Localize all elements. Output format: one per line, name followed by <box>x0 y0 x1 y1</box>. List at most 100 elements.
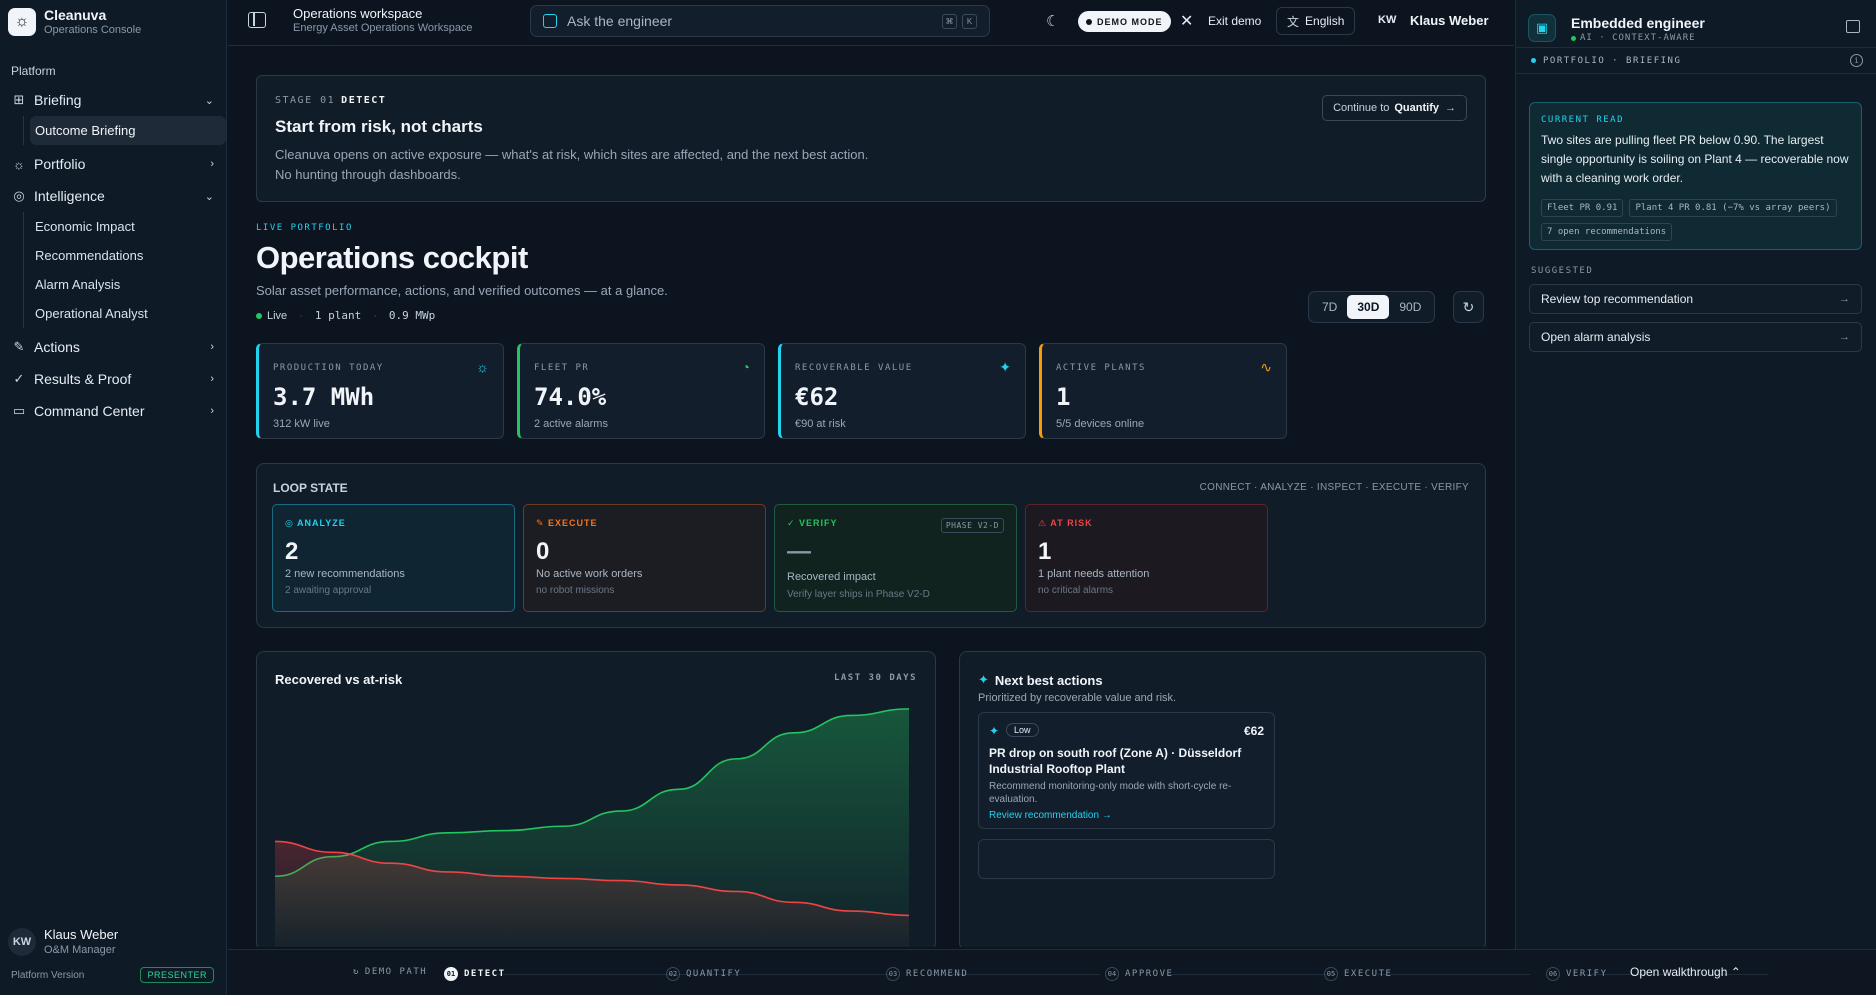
loop-state-panel: LOOP STATE CONNECT · ANALYZE · INSPECT ·… <box>256 463 1486 628</box>
arrow-right-icon: → <box>1839 293 1850 305</box>
sidebar-item-label: Briefing <box>34 92 82 108</box>
open-walkthrough-button[interactable]: Open walkthrough ⌃ <box>1630 965 1741 979</box>
stage-number: STAGE 01 <box>275 95 336 106</box>
sidebar-item-portfolio[interactable]: ☼ Portfolio › <box>0 148 226 180</box>
language-selector[interactable]: 文 English <box>1276 7 1356 35</box>
walkthrough-step-recommend[interactable]: 03 RECOMMEND <box>886 967 968 981</box>
range-7d-button[interactable]: 7D <box>1312 295 1347 319</box>
brand-subtitle: Operations Console <box>44 24 142 36</box>
kpi-recoverable-value: RECOVERABLE VALUE €62 €90 at risk ✦ <box>778 343 1026 439</box>
sparkle-icon: ✦ <box>989 724 1000 738</box>
step-number: 01 <box>444 967 458 981</box>
sidebar-item-recommendations[interactable]: Recommendations <box>30 241 226 270</box>
user-name-button[interactable]: Klaus Weber <box>1410 13 1489 28</box>
chip-icon <box>543 14 557 28</box>
continue-target: Quantify <box>1394 102 1439 114</box>
metric-chip[interactable]: 7 open recommendations <box>1541 223 1673 241</box>
suggestion-open-alarm-analysis[interactable]: Open alarm analysis → <box>1529 322 1862 352</box>
next-best-actions-panel: ✦ Next best actions Prioritized by recove… <box>959 651 1486 947</box>
sidebar-item-command-center[interactable]: ▭ Command Center › <box>0 395 226 427</box>
command-key-icon: ⌘ <box>942 14 957 29</box>
continue-button[interactable]: Continue to Quantify → <box>1322 95 1467 121</box>
loop-card-header: ◎ ANALYZE <box>285 518 346 528</box>
search-input[interactable]: Ask the engineer ⌘ K <box>530 5 990 37</box>
sidebar-item-actions[interactable]: ✎ Actions › <box>0 331 226 363</box>
range-30d-button[interactable]: 30D <box>1347 295 1390 319</box>
sparkle-icon: ✦ <box>978 672 989 687</box>
kpi-sub: 312 kW live <box>273 418 330 430</box>
loop-card-header: ⚠ AT RISK <box>1038 518 1093 528</box>
sidebar-section-label: Platform <box>11 64 56 78</box>
presenter-badge[interactable]: PRESENTER <box>140 967 214 983</box>
area-chart <box>275 708 910 947</box>
info-icon[interactable]: i <box>1850 54 1863 67</box>
sidebar-item-operational-analyst[interactable]: Operational Analyst <box>30 299 226 328</box>
sidebar-item-alarm-analysis[interactable]: Alarm Analysis <box>30 270 226 299</box>
nba-title: ✦ Next best actions <box>978 672 1103 688</box>
loop-card-value: 2 <box>285 538 299 565</box>
chart-range-label: LAST 30 DAYS <box>833 673 917 683</box>
loop-card-value: 0 <box>536 538 550 565</box>
step-label: DETECT <box>464 969 506 979</box>
brand[interactable]: ☼ Cleanuva Operations Console <box>0 0 226 44</box>
brain-icon: ◎ <box>13 188 25 203</box>
sidebar-toggle-icon[interactable] <box>248 12 266 28</box>
sidebar-item-label: Command Center <box>34 403 145 419</box>
range-90d-button[interactable]: 90D <box>1389 295 1431 319</box>
metric-chip[interactable]: Fleet PR 0.91 <box>1541 199 1624 217</box>
review-recommendation-link[interactable]: Review recommendation → <box>989 810 1112 821</box>
walkthrough-step-approve[interactable]: 04 APPROVE <box>1105 967 1173 981</box>
collapse-panel-icon[interactable] <box>1846 20 1860 33</box>
grid-icon: ⊞ <box>13 92 25 107</box>
kpi-sub: 2 active alarms <box>534 418 608 430</box>
loop-card-execute[interactable]: ✎ EXECUTE 0 No active work orders no rob… <box>523 504 766 612</box>
sidebar-item-economic-impact[interactable]: Economic Impact <box>30 212 226 241</box>
sidebar-item-label: Intelligence <box>34 188 105 204</box>
capacity: 0.9 MWp <box>388 309 436 322</box>
brand-name: Cleanuva <box>44 7 107 23</box>
engineer-panel-header: ▣ Embedded engineer AI · CONTEXT-AWARE <box>1516 0 1876 48</box>
status-row: Live · 1 plant · 0.9 MWp <box>256 309 435 322</box>
sidebar-item-label: Portfolio <box>34 156 86 172</box>
loop-card-line2: no robot missions <box>536 585 615 596</box>
kpi-sub: 5/5 devices online <box>1056 418 1145 430</box>
chevron-down-icon: ⌄ <box>204 94 214 107</box>
step-label: RECOMMEND <box>906 969 969 979</box>
metric-chip[interactable]: Plant 4 PR 0.81 (−7% vs array peers) <box>1629 199 1837 217</box>
platform-version-label: Platform Version <box>11 969 85 981</box>
loop-card-analyze[interactable]: ◎ ANALYZE 2 2 new recommendations 2 awai… <box>272 504 515 612</box>
moon-icon[interactable]: ☾ <box>1046 12 1059 30</box>
demo-mode-badge: DEMO MODE <box>1078 11 1171 32</box>
recommendation-card[interactable] <box>978 839 1275 879</box>
user-profile[interactable]: KW Klaus Weber O&M Manager <box>8 927 118 957</box>
suggestion-review-top-recommendation[interactable]: Review top recommendation → <box>1529 284 1862 314</box>
continue-prefix: Continue to <box>1333 102 1390 114</box>
sidebar-item-label: Results & Proof <box>34 371 132 387</box>
close-icon[interactable]: ✕ <box>1180 11 1193 31</box>
sidebar-item-intelligence[interactable]: ◎ Intelligence ⌄ <box>0 180 226 212</box>
loop-card-header: ✓ VERIFY <box>787 518 838 528</box>
live-dot-icon <box>256 312 262 319</box>
loop-card-value: 1 <box>1038 538 1052 565</box>
sidebar-item-briefing[interactable]: ⊞ Briefing ⌄ <box>0 84 226 116</box>
loop-card-label: VERIFY <box>799 518 838 528</box>
loop-card-label: EXECUTE <box>548 518 598 528</box>
loop-card-line1: 1 plant needs attention <box>1038 568 1150 580</box>
sidebar-item-outcome-briefing[interactable]: Outcome Briefing <box>30 116 226 145</box>
step-number: 02 <box>666 967 680 981</box>
loop-card-at-risk[interactable]: ⚠ AT RISK 1 1 plant needs attention no c… <box>1025 504 1268 612</box>
user-initials[interactable]: KW <box>1378 14 1396 26</box>
walkthrough-step-execute[interactable]: 05 EXECUTE <box>1324 967 1392 981</box>
sparkle-icon: ✦ <box>999 359 1011 375</box>
walkthrough-step-detect[interactable]: 01 DETECT <box>444 967 506 981</box>
translate-icon: 文 <box>1287 14 1300 29</box>
loop-card-line2: Verify layer ships in Phase V2-D <box>787 589 930 600</box>
walkthrough-step-quantify[interactable]: 02 QUANTIFY <box>666 967 741 981</box>
loop-card-verify[interactable]: ✓ VERIFY PHASE V2-D — Recovered impact V… <box>774 504 1017 612</box>
sidebar-item-results-proof[interactable]: ✓ Results & Proof › <box>0 363 226 395</box>
exit-demo-button[interactable]: Exit demo <box>1208 14 1261 28</box>
refresh-icon[interactable]: ↻ <box>1453 291 1484 323</box>
walkthrough-step-verify[interactable]: 06 VERIFY <box>1546 967 1608 981</box>
stage-card: STAGE 01 DETECT Start from risk, not char… <box>256 75 1486 202</box>
recommendation-card[interactable]: ✦ Low €62 PR drop on south roof (Zone A)… <box>978 712 1275 829</box>
